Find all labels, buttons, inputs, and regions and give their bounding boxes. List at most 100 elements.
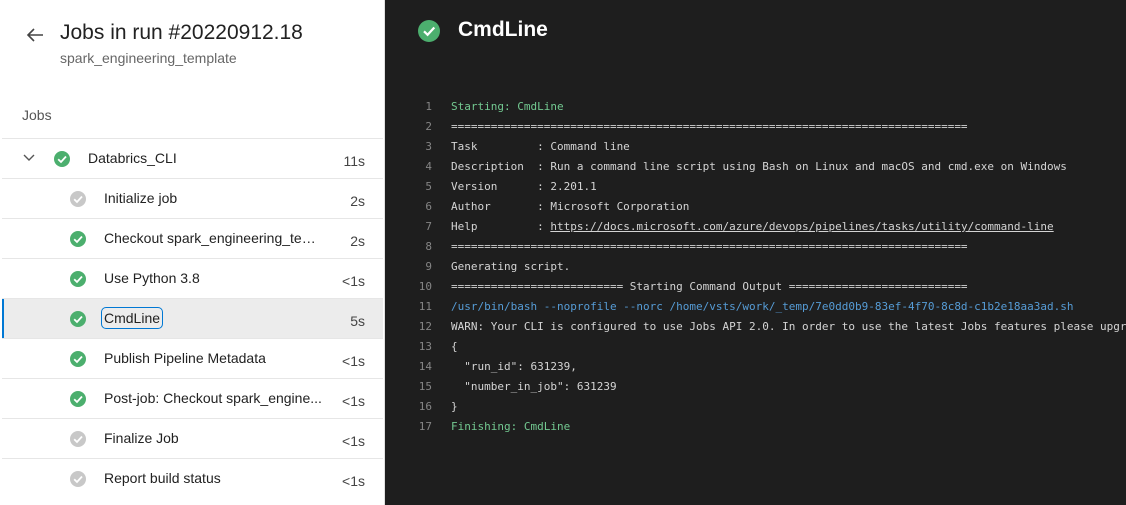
- success-icon: [54, 151, 70, 167]
- step-duration: <1s: [342, 393, 365, 409]
- log-line: 9 Generating script.: [386, 257, 1126, 277]
- page-title: Jobs in run #20220912.18: [60, 21, 303, 44]
- log-text: "number_in_job": 631239: [451, 380, 617, 393]
- line-number: 2: [425, 120, 432, 133]
- success-icon: [70, 311, 86, 327]
- log-text: Starting: CmdLine: [451, 100, 564, 113]
- help-link[interactable]: https://docs.microsoft.com/azure/devops/…: [550, 220, 1053, 233]
- jobs-section-heading: Jobs: [22, 107, 52, 123]
- line-number: 11: [418, 300, 432, 313]
- log-text: Finishing: CmdLine: [451, 420, 571, 433]
- step-duration: 2s: [350, 233, 365, 249]
- step-label: Checkout spark_engineering_tem...: [104, 230, 324, 246]
- back-arrow-icon[interactable]: [24, 24, 46, 46]
- step-duration: 5s: [350, 313, 365, 329]
- step-label: Initialize job: [104, 190, 178, 206]
- line-number: 5: [425, 180, 432, 193]
- log-line: 10 ========================== Starting Co…: [386, 277, 1126, 297]
- log-output[interactable]: 1 Starting: CmdLine 2 ====================…: [386, 97, 1126, 437]
- log-text: Generating script.: [451, 260, 571, 273]
- log-line: 2 =======================================…: [386, 117, 1126, 137]
- line-number: 9: [425, 260, 432, 273]
- log-text: Author : Microsoft Corporation: [451, 200, 690, 213]
- skipped-check-icon: [70, 471, 86, 487]
- log-panel: CmdLine 1 Starting: CmdLine 2 ============…: [386, 0, 1126, 505]
- log-line: 4 Description : Run a command line script…: [386, 157, 1126, 177]
- pipeline-name: spark_engineering_template: [60, 50, 237, 66]
- line-number: 16: [418, 400, 432, 413]
- step-row[interactable]: Initialize job 2s: [2, 178, 383, 218]
- jobs-list: Databrics_CLI 11s Initialize job 2s Chec…: [2, 138, 383, 498]
- step-label: Finalize Job: [104, 430, 179, 446]
- line-number: 7: [425, 220, 432, 233]
- line-number: 6: [425, 200, 432, 213]
- log-line: 6 Author : Microsoft Corporation: [386, 197, 1126, 217]
- step-row[interactable]: Post-job: Checkout spark_engine... <1s: [2, 378, 383, 418]
- job-row-databrics-cli[interactable]: Databrics_CLI 11s: [2, 138, 383, 178]
- log-line: 12 WARN: Your CLI is configured to use Jo…: [386, 317, 1126, 337]
- step-duration: <1s: [342, 353, 365, 369]
- log-text: ========================================…: [451, 240, 968, 253]
- step-label: CmdLine: [100, 307, 164, 329]
- line-number: 4: [425, 160, 432, 173]
- log-text: WARN: Your CLI is configured to use Jobs…: [451, 320, 1126, 333]
- help-label: Help :: [451, 220, 551, 233]
- step-title: CmdLine: [458, 18, 548, 41]
- log-text: ========================== Starting Comm…: [451, 280, 968, 293]
- chevron-down-icon[interactable]: [22, 151, 36, 165]
- log-line: 1 Starting: CmdLine: [386, 97, 1126, 117]
- step-row-selected[interactable]: CmdLine 5s: [2, 298, 383, 339]
- log-line: 3 Task : Command line: [386, 137, 1126, 157]
- step-row[interactable]: Use Python 3.8 <1s: [2, 258, 383, 298]
- step-label: Post-job: Checkout spark_engine...: [104, 390, 322, 406]
- line-number: 8: [425, 240, 432, 253]
- line-number: 1: [425, 100, 432, 113]
- step-label: Report build status: [104, 470, 221, 486]
- log-line: 16}: [386, 397, 1126, 417]
- step-duration: <1s: [342, 433, 365, 449]
- log-line: 7 Help : https://docs.microsoft.com/azure…: [386, 217, 1126, 237]
- log-line: 17 Finishing: CmdLine: [386, 417, 1126, 437]
- line-number: 13: [418, 340, 432, 353]
- log-text: {: [451, 340, 458, 353]
- step-row[interactable]: Checkout spark_engineering_tem... 2s: [2, 218, 383, 258]
- step-duration: 2s: [350, 193, 365, 209]
- log-text: /usr/bin/bash --noprofile --norc /home/v…: [451, 300, 1074, 313]
- log-text: Help : https://docs.microsoft.com/azure/…: [451, 217, 1054, 237]
- success-icon: [70, 351, 86, 367]
- line-number: 12: [418, 320, 432, 333]
- success-icon: [70, 231, 86, 247]
- job-name: Databrics_CLI: [88, 150, 177, 166]
- skipped-check-icon: [70, 431, 86, 447]
- line-number: 14: [418, 360, 432, 373]
- log-line: 13 {: [386, 337, 1126, 357]
- step-label: Publish Pipeline Metadata: [104, 350, 266, 366]
- log-text: Task : Command line: [451, 140, 630, 153]
- step-row[interactable]: Report build status <1s: [2, 458, 383, 498]
- skipped-check-icon: [70, 191, 86, 207]
- line-number: 17: [418, 420, 432, 433]
- step-duration: <1s: [342, 273, 365, 289]
- success-icon: [70, 271, 86, 287]
- success-icon: [418, 20, 440, 42]
- log-text: "run_id": 631239,: [451, 360, 577, 373]
- job-duration: 11s: [343, 153, 365, 169]
- log-text: Version : 2.201.1: [451, 180, 597, 193]
- log-line: 8 =======================================…: [386, 237, 1126, 257]
- log-line: 5 Version : 2.201.1: [386, 177, 1126, 197]
- step-label: Use Python 3.8: [104, 270, 200, 286]
- log-line: 15 "number_in_job": 631239: [386, 377, 1126, 397]
- log-text: }: [451, 400, 458, 413]
- log-line: 11/usr/bin/bash --noprofile --norc /home…: [386, 297, 1126, 317]
- line-number: 15: [418, 380, 432, 393]
- line-number: 3: [425, 140, 432, 153]
- log-text: Description : Run a command line script …: [451, 160, 1067, 173]
- log-text: ========================================…: [451, 120, 968, 133]
- step-row[interactable]: Finalize Job <1s: [2, 418, 383, 458]
- step-duration: <1s: [342, 473, 365, 489]
- line-number: 10: [418, 280, 432, 293]
- step-row[interactable]: Publish Pipeline Metadata <1s: [2, 338, 383, 378]
- log-line: 14 "run_id": 631239,: [386, 357, 1126, 377]
- jobs-panel: Jobs in run #20220912.18 spark_engineeri…: [0, 0, 385, 505]
- success-icon: [70, 391, 86, 407]
